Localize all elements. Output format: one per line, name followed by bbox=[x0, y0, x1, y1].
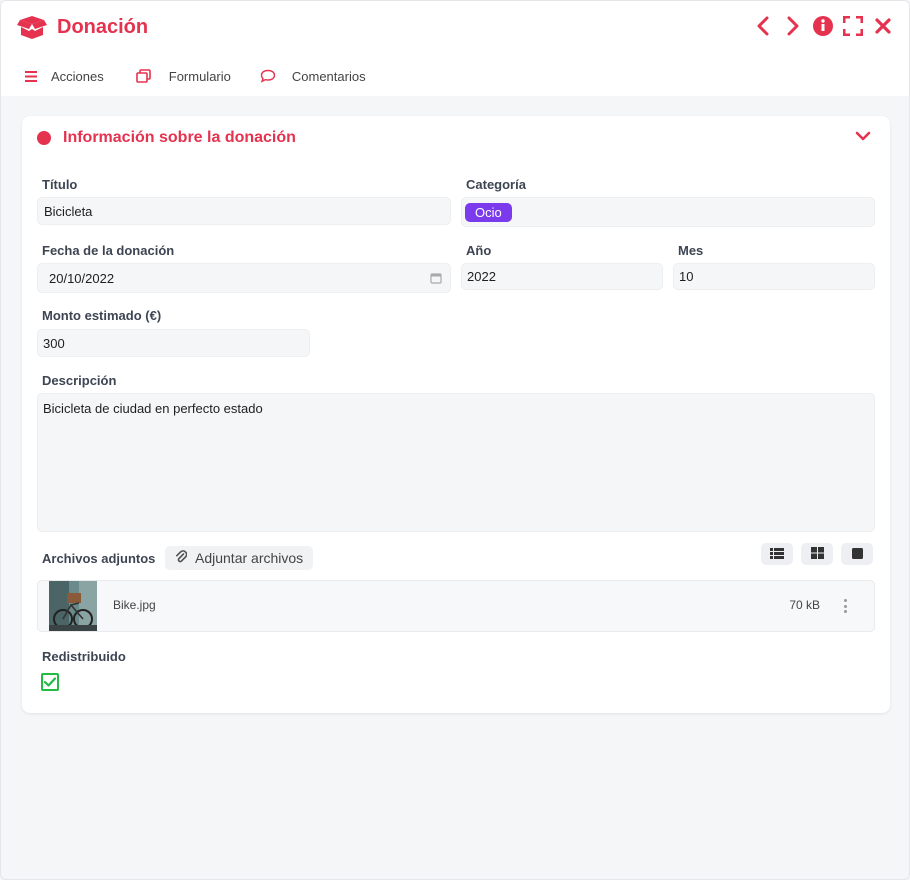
donation-info-card: Información sobre la donación Título Bic… bbox=[22, 116, 890, 713]
menu-comentarios-label: Comentarios bbox=[291, 68, 366, 84]
paperclip-icon bbox=[175, 549, 188, 567]
monto-label: Monto estimado (€) bbox=[42, 308, 162, 323]
monto-value: 300 bbox=[43, 335, 65, 351]
file-name[interactable]: Bike.jpg bbox=[113, 598, 156, 612]
monto-field[interactable]: 300 bbox=[37, 329, 310, 357]
redistribuido-label: Redistribuido bbox=[42, 649, 126, 664]
fecha-value: 20/10/2022 bbox=[49, 270, 115, 286]
info-icon[interactable] bbox=[813, 15, 833, 37]
attachments-label: Archivos adjuntos bbox=[42, 551, 156, 566]
close-icon[interactable] bbox=[873, 15, 893, 37]
categoria-field[interactable]: Ocio bbox=[461, 197, 875, 227]
titulo-field[interactable]: Bicicleta bbox=[37, 197, 451, 225]
titulo-label: Título bbox=[42, 177, 78, 192]
categoria-tag[interactable]: Ocio bbox=[465, 202, 512, 222]
anio-value: 2022 bbox=[467, 269, 496, 284]
menu-acciones-label: Acciones bbox=[51, 68, 104, 84]
menu-formulario[interactable]: Formulario bbox=[136, 68, 231, 84]
window-controls bbox=[753, 15, 893, 37]
file-size: 70 kB bbox=[789, 598, 820, 612]
list-view-icon bbox=[770, 546, 784, 562]
section-title: Información sobre la donación bbox=[63, 129, 296, 146]
header: Donación Acciones Formulario Comentarios bbox=[1, 1, 909, 96]
categoria-label: Categoría bbox=[466, 177, 526, 192]
redistribuido-checkbox[interactable] bbox=[41, 673, 59, 691]
list-icon bbox=[23, 68, 39, 84]
large-view-button[interactable] bbox=[841, 543, 873, 565]
comment-icon bbox=[260, 68, 276, 84]
grid-view-icon bbox=[810, 546, 824, 562]
box-icon bbox=[17, 14, 47, 40]
chevron-down-icon[interactable] bbox=[854, 128, 872, 144]
large-view-icon bbox=[851, 546, 863, 562]
bike-thumbnail[interactable] bbox=[49, 581, 97, 631]
forms-icon bbox=[136, 68, 152, 84]
section-header[interactable]: Información sobre la donación bbox=[37, 128, 296, 148]
section-dot-icon bbox=[37, 131, 51, 145]
descripcion-label: Descripción bbox=[42, 373, 117, 388]
menu-formulario-label: Formulario bbox=[168, 68, 231, 84]
checkmark-icon bbox=[43, 674, 57, 690]
descripcion-value: Bicicleta de ciudad en perfecto estado bbox=[43, 401, 263, 416]
chevron-left-icon[interactable] bbox=[753, 15, 773, 37]
fecha-label: Fecha de la donación bbox=[42, 243, 175, 258]
grid-view-button[interactable] bbox=[801, 543, 833, 565]
action-menu: Acciones Formulario Comentarios bbox=[23, 65, 366, 87]
list-view-button[interactable] bbox=[761, 543, 793, 565]
attach-files-label: Adjuntar archivos bbox=[195, 550, 304, 566]
descripcion-textarea[interactable]: Bicicleta de ciudad en perfecto estado bbox=[37, 393, 875, 532]
fecha-field[interactable]: 20/10/2022 bbox=[37, 263, 451, 293]
anio-field[interactable]: 2022 bbox=[461, 263, 663, 290]
attachment-row[interactable]: Bike.jpg 70 kB bbox=[37, 580, 875, 632]
calendar-icon[interactable] bbox=[430, 272, 442, 287]
mes-field[interactable]: 10 bbox=[673, 263, 875, 290]
title-row: Donación bbox=[17, 13, 148, 41]
menu-acciones[interactable]: Acciones bbox=[23, 68, 104, 84]
fullscreen-icon[interactable] bbox=[843, 15, 863, 37]
mes-value: 10 bbox=[679, 269, 694, 284]
mes-label: Mes bbox=[678, 243, 704, 258]
more-options-icon[interactable] bbox=[842, 597, 848, 615]
attach-files-button[interactable]: Adjuntar archivos bbox=[165, 546, 313, 570]
donation-window: Donación Acciones Formulario Comentarios… bbox=[0, 0, 910, 880]
anio-label: Año bbox=[466, 243, 492, 258]
page-title: Donación bbox=[57, 15, 149, 38]
chevron-right-icon[interactable] bbox=[783, 15, 803, 37]
titulo-value: Bicicleta bbox=[44, 203, 93, 219]
menu-comentarios[interactable]: Comentarios bbox=[260, 68, 366, 84]
